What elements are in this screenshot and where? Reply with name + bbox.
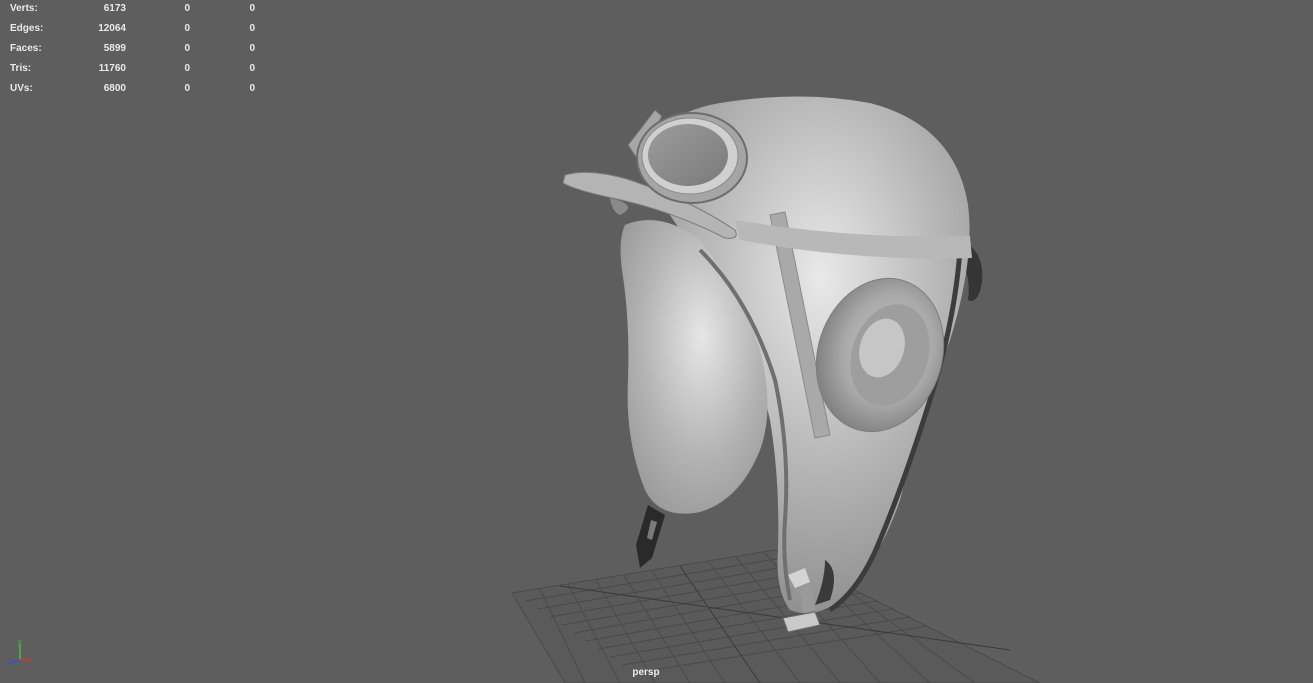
hud-selected: 0: [184, 3, 190, 14]
hud-total: 5899: [103, 43, 126, 54]
ground-grid: [511, 549, 1041, 683]
hud-label: UVs:: [10, 83, 33, 94]
hud-component: 0: [249, 83, 255, 94]
perspective-viewport[interactable]: Verts: 6173 0 0 Edges: 12064 0 0 Faces: …: [0, 0, 1313, 683]
hud-component: 0: [249, 23, 255, 34]
hud-total: 6800: [103, 83, 126, 94]
hud-component: 0: [249, 63, 255, 74]
hud-component: 0: [249, 3, 255, 14]
hud-row-verts: Verts: 6173 0 0: [10, 2, 270, 22]
hud-label: Verts:: [10, 3, 38, 14]
hud-selected: 0: [184, 63, 190, 74]
hud-component: 0: [249, 43, 255, 54]
camera-name-label: persp: [632, 667, 660, 678]
axis-y-label: y: [18, 639, 22, 646]
heads-up-display-poly-count: Verts: 6173 0 0 Edges: 12064 0 0 Faces: …: [10, 2, 270, 102]
hud-selected: 0: [184, 43, 190, 54]
hud-label: Faces:: [10, 43, 42, 54]
hud-label: Tris:: [10, 63, 32, 74]
hud-row-faces: Faces: 5899 0 0: [10, 42, 270, 62]
hud-selected: 0: [184, 83, 190, 94]
view-axis-icon: y: [7, 639, 32, 665]
hud-total: 11760: [98, 63, 126, 74]
hud-label: Edges:: [10, 23, 44, 34]
scene-canvas[interactable]: [0, 0, 1313, 683]
hud-row-uvs: UVs: 6800 0 0: [10, 82, 270, 102]
hud-selected: 0: [184, 23, 190, 34]
hud-total: 6173: [103, 3, 126, 14]
hud-total: 12064: [98, 23, 126, 34]
hud-row-edges: Edges: 12064 0 0: [10, 22, 270, 42]
hud-row-tris: Tris: 11760 0 0: [10, 62, 270, 82]
